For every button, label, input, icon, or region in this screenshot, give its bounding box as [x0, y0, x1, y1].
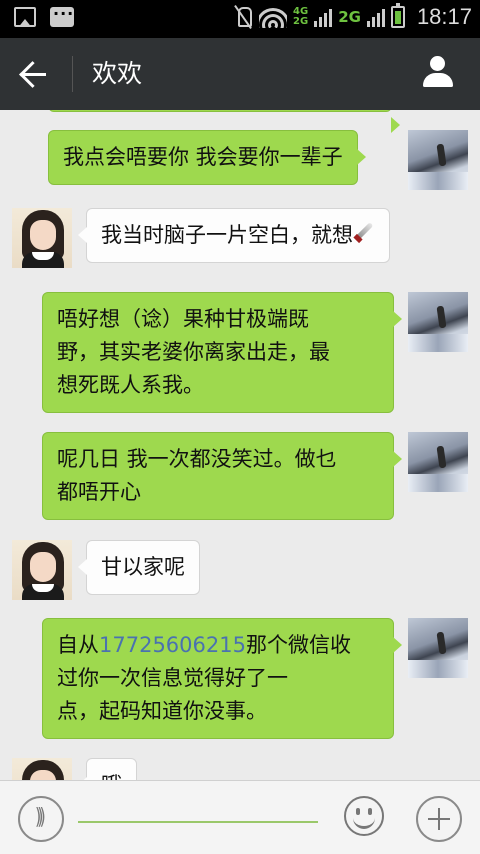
message-input[interactable]	[78, 821, 318, 823]
clock: 18:17	[416, 4, 472, 29]
signal-icon	[314, 7, 333, 27]
knife-emoji-icon	[353, 223, 375, 245]
message-text: 我当时脑子一片空白，就想	[101, 223, 353, 247]
message-bubble-outgoing[interactable]: 自从17725606215那个微信收 过你一次信息觉得好了一 点，起码知道你没事…	[42, 618, 402, 739]
message-bubble-incoming[interactable]: 甘以家呢	[78, 540, 200, 595]
message-text: 我点会唔要你 我会要你一辈子	[63, 145, 343, 169]
my-avatar[interactable]	[408, 130, 468, 190]
chat-header: 欢欢	[0, 38, 480, 110]
battery-icon	[390, 3, 405, 28]
contact-avatar[interactable]	[12, 208, 72, 268]
message-bubble-incoming[interactable]: 我当时脑子一片空白，就想	[78, 208, 390, 263]
message-line-with-link: 自从17725606215那个微信收	[57, 629, 379, 662]
message-list[interactable]: 我点会唔要你 我会要你一辈子 我当时脑子一片空白，就想 唔好想（谂）果种甘极端既…	[0, 110, 480, 780]
status-bar: 4G 2G 2G 18:17	[0, 0, 480, 38]
message-text: 自从	[57, 633, 99, 657]
my-avatar[interactable]	[408, 432, 468, 492]
message-line: 都唔开心	[57, 480, 141, 504]
mute-icon	[233, 5, 253, 29]
network-type: 4G 2G	[293, 7, 308, 27]
message-text: 甘以家呢	[101, 555, 185, 579]
network-label: 2G	[338, 8, 361, 26]
message-bubble-incoming[interactable]: 哦	[78, 758, 137, 780]
message-bubble-outgoing[interactable]: 呢几日 我一次都没笑过。做乜 都唔开心	[42, 432, 402, 520]
message-bubble-outgoing[interactable]: 我点会唔要你 我会要你一辈子	[48, 130, 366, 185]
contact-avatar[interactable]	[12, 540, 72, 600]
plus-icon[interactable]	[416, 796, 462, 842]
message-line: 野，其实老婆你离家出走，最	[57, 340, 330, 364]
signal-icon-2	[366, 7, 385, 27]
message-text: 那个微信收	[245, 633, 351, 657]
message-text: 哦	[101, 773, 122, 780]
phone-number-link[interactable]: 17725606215	[99, 633, 246, 657]
voice-input-icon[interactable]	[18, 796, 64, 842]
my-avatar[interactable]	[408, 618, 468, 678]
network-type-bottom: 2G	[293, 16, 309, 27]
contact-profile-icon[interactable]	[422, 56, 454, 90]
message-line: 点，起码知道你没事。	[57, 699, 267, 723]
back-arrow-icon[interactable]	[18, 56, 56, 92]
input-bar	[0, 780, 480, 854]
emoji-icon[interactable]	[344, 796, 384, 836]
message-line: 想死既人系我。	[57, 373, 204, 397]
message-line: 呢几日 我一次都没笑过。做乜	[57, 447, 337, 471]
gallery-icon	[14, 7, 36, 27]
contact-avatar[interactable]	[12, 758, 72, 780]
chat-title: 欢欢	[92, 59, 143, 88]
system-icons: 4G 2G 2G 18:17	[233, 3, 472, 30]
notification-icons	[14, 4, 74, 27]
my-avatar[interactable]	[408, 292, 468, 352]
message-bubble-partial	[48, 110, 400, 133]
header-divider	[72, 56, 73, 92]
message-line: 唔好想（谂）果种甘极端既	[57, 307, 309, 331]
message-bubble-outgoing[interactable]: 唔好想（谂）果种甘极端既 野，其实老婆你离家出走，最 想死既人系我。	[42, 292, 402, 413]
message-line: 过你一次信息觉得好了一	[57, 666, 288, 690]
wifi-icon	[259, 6, 288, 28]
message-icon	[50, 4, 74, 27]
